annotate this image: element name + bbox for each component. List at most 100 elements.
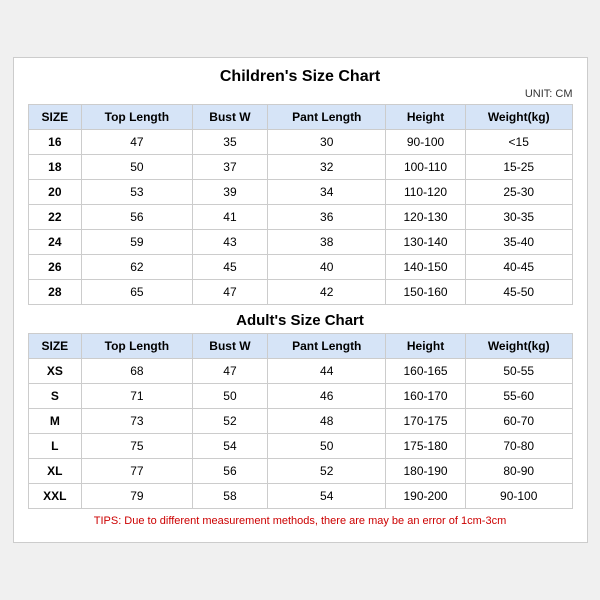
children-data-cell: 59 bbox=[82, 230, 192, 255]
children-data-cell: 15-25 bbox=[465, 155, 572, 180]
children-data-cell: 90-100 bbox=[386, 130, 466, 155]
children-data-cell: 45-50 bbox=[465, 280, 572, 305]
children-data-cell: 40-45 bbox=[465, 255, 572, 280]
adult-data-cell: S bbox=[28, 384, 82, 409]
adult-data-cell: 190-200 bbox=[386, 484, 466, 509]
adult-data-row: S715046160-17055-60 bbox=[28, 384, 572, 409]
adult-data-cell: 90-100 bbox=[465, 484, 572, 509]
adult-data-cell: XS bbox=[28, 359, 82, 384]
tips-row: TIPS: Due to different measurement metho… bbox=[28, 509, 572, 533]
children-data-cell: 37 bbox=[192, 155, 268, 180]
children-data-cell: 35 bbox=[192, 130, 268, 155]
children-data-cell: 20 bbox=[28, 180, 82, 205]
adult-title: Adult's Size Chart bbox=[28, 305, 572, 334]
children-data-cell: 35-40 bbox=[465, 230, 572, 255]
adult-data-cell: 54 bbox=[192, 434, 268, 459]
children-data-row: 22564136120-13030-35 bbox=[28, 205, 572, 230]
adult-data-row: XL775652180-19080-90 bbox=[28, 459, 572, 484]
children-data-cell: <15 bbox=[465, 130, 572, 155]
adult-header-cell: Height bbox=[386, 334, 466, 359]
children-data-cell: 26 bbox=[28, 255, 82, 280]
children-data-cell: 28 bbox=[28, 280, 82, 305]
adult-data-cell: 55-60 bbox=[465, 384, 572, 409]
adult-data-cell: 73 bbox=[82, 409, 192, 434]
children-data-cell: 24 bbox=[28, 230, 82, 255]
children-header-row: SIZETop LengthBust WPant LengthHeightWei… bbox=[28, 105, 572, 130]
adult-data-row: M735248170-17560-70 bbox=[28, 409, 572, 434]
adult-data-cell: 80-90 bbox=[465, 459, 572, 484]
size-chart-table: SIZETop LengthBust WPant LengthHeightWei… bbox=[28, 104, 573, 532]
children-header-cell: Top Length bbox=[82, 105, 192, 130]
children-data-cell: 18 bbox=[28, 155, 82, 180]
adult-data-cell: 70-80 bbox=[465, 434, 572, 459]
adult-data-cell: 54 bbox=[268, 484, 386, 509]
children-data-cell: 42 bbox=[268, 280, 386, 305]
tips-text: TIPS: Due to different measurement metho… bbox=[28, 509, 572, 533]
adult-data-cell: 180-190 bbox=[386, 459, 466, 484]
children-header-cell: SIZE bbox=[28, 105, 82, 130]
adult-data-cell: 75 bbox=[82, 434, 192, 459]
children-data-cell: 41 bbox=[192, 205, 268, 230]
adult-data-cell: 48 bbox=[268, 409, 386, 434]
children-data-cell: 47 bbox=[192, 280, 268, 305]
adult-data-cell: XXL bbox=[28, 484, 82, 509]
children-data-row: 26624540140-15040-45 bbox=[28, 255, 572, 280]
adult-data-cell: 52 bbox=[268, 459, 386, 484]
children-data-cell: 43 bbox=[192, 230, 268, 255]
children-data-cell: 38 bbox=[268, 230, 386, 255]
children-data-cell: 53 bbox=[82, 180, 192, 205]
adult-data-cell: 77 bbox=[82, 459, 192, 484]
adult-data-cell: 170-175 bbox=[386, 409, 466, 434]
children-data-row: 20533934110-12025-30 bbox=[28, 180, 572, 205]
children-data-cell: 47 bbox=[82, 130, 192, 155]
children-data-cell: 30-35 bbox=[465, 205, 572, 230]
children-data-cell: 56 bbox=[82, 205, 192, 230]
adult-data-row: L755450175-18070-80 bbox=[28, 434, 572, 459]
children-data-cell: 36 bbox=[268, 205, 386, 230]
children-data-cell: 39 bbox=[192, 180, 268, 205]
children-data-row: 24594338130-14035-40 bbox=[28, 230, 572, 255]
children-data-cell: 40 bbox=[268, 255, 386, 280]
children-data-cell: 25-30 bbox=[465, 180, 572, 205]
children-header-cell: Pant Length bbox=[268, 105, 386, 130]
adult-header-cell: SIZE bbox=[28, 334, 82, 359]
children-data-cell: 30 bbox=[268, 130, 386, 155]
children-header-cell: Bust W bbox=[192, 105, 268, 130]
adult-data-cell: 160-165 bbox=[386, 359, 466, 384]
adult-data-cell: 56 bbox=[192, 459, 268, 484]
adult-data-cell: 160-170 bbox=[386, 384, 466, 409]
adult-header-row: SIZETop LengthBust WPant LengthHeightWei… bbox=[28, 334, 572, 359]
children-data-cell: 62 bbox=[82, 255, 192, 280]
unit-label: UNIT: CM bbox=[28, 88, 573, 100]
adult-data-cell: 58 bbox=[192, 484, 268, 509]
adult-data-row: XXL795854190-20090-100 bbox=[28, 484, 572, 509]
adult-data-cell: 50 bbox=[192, 384, 268, 409]
adult-header-cell: Top Length bbox=[82, 334, 192, 359]
adult-data-cell: M bbox=[28, 409, 82, 434]
children-data-row: 1647353090-100<15 bbox=[28, 130, 572, 155]
children-data-cell: 140-150 bbox=[386, 255, 466, 280]
adult-data-cell: 60-70 bbox=[465, 409, 572, 434]
adult-data-cell: XL bbox=[28, 459, 82, 484]
children-data-cell: 45 bbox=[192, 255, 268, 280]
adult-section-title-row: Adult's Size Chart bbox=[28, 305, 572, 334]
children-data-cell: 120-130 bbox=[386, 205, 466, 230]
adult-data-cell: 50 bbox=[268, 434, 386, 459]
adult-header-cell: Pant Length bbox=[268, 334, 386, 359]
children-data-row: 18503732100-11015-25 bbox=[28, 155, 572, 180]
adult-data-cell: 44 bbox=[268, 359, 386, 384]
size-chart-container: Children's Size Chart UNIT: CM SIZETop L… bbox=[13, 57, 588, 543]
children-data-cell: 22 bbox=[28, 205, 82, 230]
children-data-cell: 34 bbox=[268, 180, 386, 205]
adult-header-cell: Bust W bbox=[192, 334, 268, 359]
children-data-row: 28654742150-16045-50 bbox=[28, 280, 572, 305]
adult-data-cell: 46 bbox=[268, 384, 386, 409]
adult-data-cell: 71 bbox=[82, 384, 192, 409]
adult-header-cell: Weight(kg) bbox=[465, 334, 572, 359]
adult-data-row: XS684744160-16550-55 bbox=[28, 359, 572, 384]
children-data-cell: 50 bbox=[82, 155, 192, 180]
children-header-cell: Weight(kg) bbox=[465, 105, 572, 130]
children-data-cell: 100-110 bbox=[386, 155, 466, 180]
children-data-cell: 130-140 bbox=[386, 230, 466, 255]
adult-data-cell: 52 bbox=[192, 409, 268, 434]
